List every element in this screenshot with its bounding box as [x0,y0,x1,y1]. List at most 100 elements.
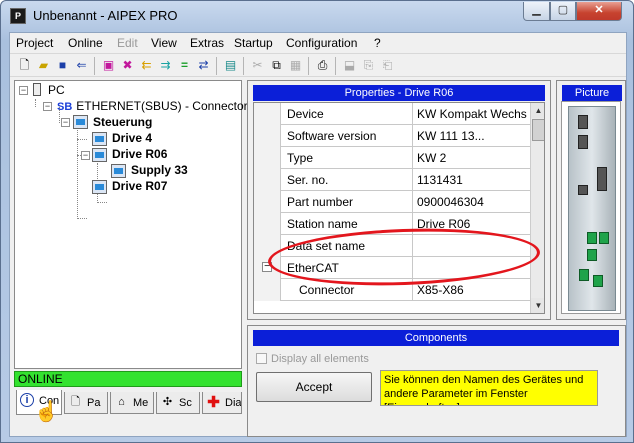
property-name: Device [287,107,324,121]
sbus-icon: SB [57,101,73,113]
document-icon: 🗋 [71,396,80,408]
toolbar: 🗋 ▰ ■ ⇐ ▣ ✖ ⇇ ⇉ = ⇄ ▤ ✂ ⧉ ▦ ⎙ ⬓ ⎘ ⎗ [10,53,626,77]
project-tree[interactable]: − PC − SB ETHERNET(SBUS) - Connector − St… [14,80,248,369]
save-icon[interactable]: ■ [54,57,71,74]
drive-icon [92,148,107,162]
property-name: Ser. no. [287,173,329,187]
title-bar[interactable]: P Unbenannt - AIPEX PRO ▁ ▢ ✕ [1,1,633,31]
property-name: Station name [287,217,358,231]
menu-startup[interactable]: Startup [234,36,273,50]
drive-icon [92,132,107,146]
tree-node-ethernet[interactable]: SB ETHERNET(SBUS) - Connector [57,98,248,114]
expand-toggle-ethernet[interactable]: − [43,102,52,111]
tab-measurement[interactable]: ⌂ Me [110,392,154,414]
client-area: Project Online Edit View Extras Startup … [9,32,627,437]
maximize-button[interactable]: ▢ [550,2,576,21]
menu-project[interactable]: Project [16,36,53,50]
property-row[interactable]: Software version KW 111 13... [254,125,530,147]
scroll-thumb[interactable] [532,119,544,141]
pink-device-icon[interactable]: ▣ [100,57,117,74]
properties-title: Properties - Drive R06 [253,85,545,101]
tab-label: Me [133,397,149,409]
expand-toggle-pc[interactable]: − [19,86,28,95]
property-value[interactable]: 0900046304 [412,191,530,213]
tree-node-drive-r07[interactable]: Drive R07 [112,178,167,194]
property-value[interactable]: KW 2 [412,147,530,169]
tree-node-steuerung[interactable]: Steuerung [93,114,152,130]
menu-view[interactable]: View [151,36,177,50]
tree-line [77,139,87,140]
property-row[interactable]: Type KW 2 [254,147,530,169]
login-icon[interactable]: ⇐ [73,57,90,74]
scroll-up-icon[interactable]: ▲ [531,103,544,118]
copy-icon[interactable]: ⧉ [268,57,285,74]
tab-diagnosis[interactable]: ✚ Dia [202,392,242,414]
printer-up-icon[interactable]: ⎘ [360,57,377,74]
info-icon: i [20,393,34,407]
property-value[interactable]: 1131431 [412,169,530,191]
paste-icon[interactable]: ▦ [287,57,304,74]
arrow-left-icon[interactable]: ⇇ [138,57,155,74]
expand-toggle-drive-r06[interactable]: − [81,151,90,160]
calculator-icon[interactable]: ▤ [222,57,239,74]
tree-line [35,99,36,107]
expand-toggle-steuerung[interactable]: − [61,118,70,127]
disconnect-icon[interactable]: ✖ [119,57,136,74]
transfer-icon[interactable]: ⇄ [195,57,212,74]
tree-node-supply-33[interactable]: Supply 33 [131,162,188,178]
toolbar-separator [94,57,95,75]
printer-down-icon[interactable]: ⎗ [379,57,396,74]
property-value[interactable]: KW Kompakt Wechs [412,103,530,125]
menu-help[interactable]: ? [374,36,381,50]
tree-node-drive-4[interactable]: Drive 4 [112,130,152,146]
arrow-right-icon[interactable]: ⇉ [157,57,174,74]
property-name: Part number [287,195,354,209]
supply-icon [111,164,126,178]
minimize-button[interactable]: ▁ [523,2,550,21]
menu-online[interactable]: Online [68,36,103,50]
red-cross-icon: ✚ [207,394,220,411]
tree-line [77,123,78,219]
hint-text: Sie können den Namen des Gerätes und and… [380,370,598,406]
toolbar-separator [308,57,309,75]
property-row[interactable]: Device KW Kompakt Wechs [254,103,530,125]
hand-cursor-icon: ☝ [34,401,59,423]
tab-parameters[interactable]: 🗋 Pa [64,392,108,414]
display-all-label: Display all elements [271,353,369,365]
tree-node-drive-r06[interactable]: Drive R06 [112,146,167,162]
property-row[interactable]: Ser. no. 1131431 [254,169,530,191]
display-all-checkbox[interactable]: Display all elements [256,353,369,365]
menu-extras[interactable]: Extras [190,36,224,50]
properties-scrollbar[interactable]: ▲ ▼ [530,103,544,313]
property-value[interactable]: KW 111 13... [412,125,530,147]
cut-icon[interactable]: ✂ [249,57,266,74]
print-icon[interactable]: ⎙ [314,57,331,74]
scope-icon: ✣ [162,396,173,408]
open-folder-icon[interactable]: ▰ [35,57,52,74]
tab-label: Pa [87,397,101,409]
property-row[interactable]: Part number 0900046304 [254,191,530,213]
tab-label: Sc [179,397,192,409]
toolbar-separator [216,57,217,75]
menu-configuration[interactable]: Configuration [286,36,357,50]
checkbox-icon[interactable] [256,353,267,364]
new-file-icon[interactable]: 🗋 [16,57,33,74]
tree-node-pc[interactable]: PC [33,82,65,98]
menu-edit[interactable]: Edit [117,36,138,50]
equals-icon[interactable]: = [176,57,193,74]
tree-line [77,218,87,219]
application-window: P Unbenannt - AIPEX PRO ▁ ▢ ✕ Project On… [0,0,634,443]
pc-icon [33,83,41,96]
online-status-bar: ONLINE [14,371,242,387]
controller-icon [73,115,88,129]
property-name: Type [287,151,314,165]
property-name: Software version [287,129,377,143]
menu-bar: Project Online Edit View Extras Startup … [10,33,626,53]
scroll-down-icon[interactable]: ▼ [531,298,544,313]
accept-button[interactable]: Accept [256,372,372,402]
close-button[interactable]: ✕ [576,2,622,21]
drive-device-icon [568,106,616,311]
tab-scope[interactable]: ✣ Sc [156,392,200,414]
upload-icon[interactable]: ⬓ [341,57,358,74]
components-panel: Components Display all elements Accept S… [247,325,626,437]
